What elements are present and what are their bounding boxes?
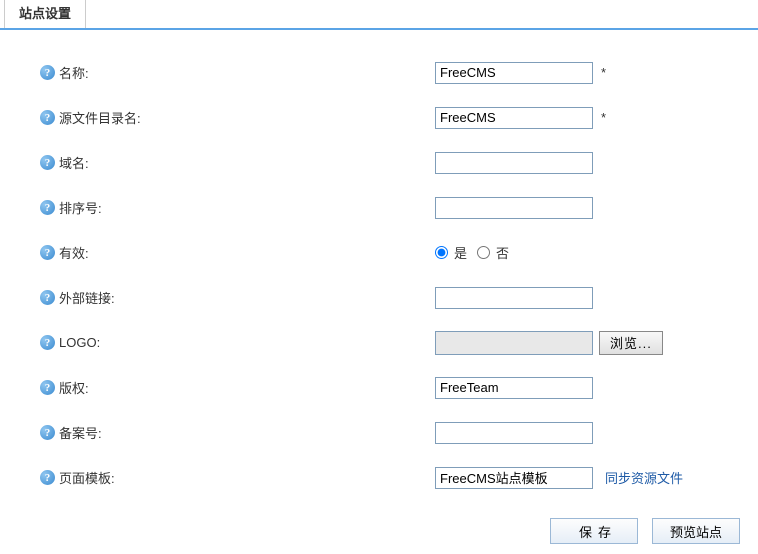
required-mark: * <box>601 110 606 125</box>
label-srcdir: 源文件目录名: <box>59 108 141 127</box>
input-srcdir[interactable] <box>435 107 593 129</box>
row-extlink: ? 外部链接: <box>40 275 758 320</box>
label-copyright: 版权: <box>59 378 89 397</box>
row-copyright: ? 版权: <box>40 365 758 410</box>
help-icon[interactable]: ? <box>40 425 55 440</box>
help-icon[interactable]: ? <box>40 155 55 170</box>
help-icon[interactable]: ? <box>40 290 55 305</box>
sync-resources-link[interactable]: 同步资源文件 <box>605 468 683 487</box>
input-copyright[interactable] <box>435 377 593 399</box>
preview-button[interactable]: 预览站点 <box>652 518 740 544</box>
tab-site-settings[interactable]: 站点设置 <box>4 0 86 28</box>
row-valid: ? 有效: 是 否 <box>40 230 758 275</box>
help-icon[interactable]: ? <box>40 335 55 350</box>
required-mark: * <box>601 65 606 80</box>
form-area: ? 名称: * ? 源文件目录名: * ? 域名: ? 排序号: <box>0 30 758 510</box>
label-sort: 排序号: <box>59 198 102 217</box>
button-row: 保存 预览站点 <box>0 510 758 554</box>
label-name: 名称: <box>59 63 89 82</box>
label-valid: 有效: <box>59 243 89 262</box>
input-extlink[interactable] <box>435 287 593 309</box>
input-sort[interactable] <box>435 197 593 219</box>
input-template[interactable] <box>435 467 593 489</box>
tab-bar: 站点设置 <box>0 0 758 30</box>
label-logo: LOGO: <box>59 335 100 350</box>
input-logo[interactable] <box>435 331 593 355</box>
row-name: ? 名称: * <box>40 50 758 95</box>
row-template: ? 页面模板: 同步资源文件 <box>40 455 758 500</box>
help-icon[interactable]: ? <box>40 65 55 80</box>
help-icon[interactable]: ? <box>40 110 55 125</box>
radio-label-no: 否 <box>496 243 509 262</box>
label-record: 备案号: <box>59 423 102 442</box>
row-sort: ? 排序号: <box>40 185 758 230</box>
input-name[interactable] <box>435 62 593 84</box>
row-srcdir: ? 源文件目录名: * <box>40 95 758 140</box>
browse-button[interactable]: 浏览... <box>599 331 663 355</box>
label-domain: 域名: <box>59 153 89 172</box>
help-icon[interactable]: ? <box>40 245 55 260</box>
input-record[interactable] <box>435 422 593 444</box>
radio-valid-yes[interactable] <box>435 246 448 259</box>
row-record: ? 备案号: <box>40 410 758 455</box>
row-domain: ? 域名: <box>40 140 758 185</box>
save-button[interactable]: 保存 <box>550 518 638 544</box>
help-icon[interactable]: ? <box>40 380 55 395</box>
radio-valid-no[interactable] <box>477 246 490 259</box>
help-icon[interactable]: ? <box>40 200 55 215</box>
row-logo: ? LOGO: 浏览... <box>40 320 758 365</box>
label-template: 页面模板: <box>59 468 115 487</box>
help-icon[interactable]: ? <box>40 470 55 485</box>
input-domain[interactable] <box>435 152 593 174</box>
label-extlink: 外部链接: <box>59 288 115 307</box>
radio-label-yes: 是 <box>454 243 467 262</box>
